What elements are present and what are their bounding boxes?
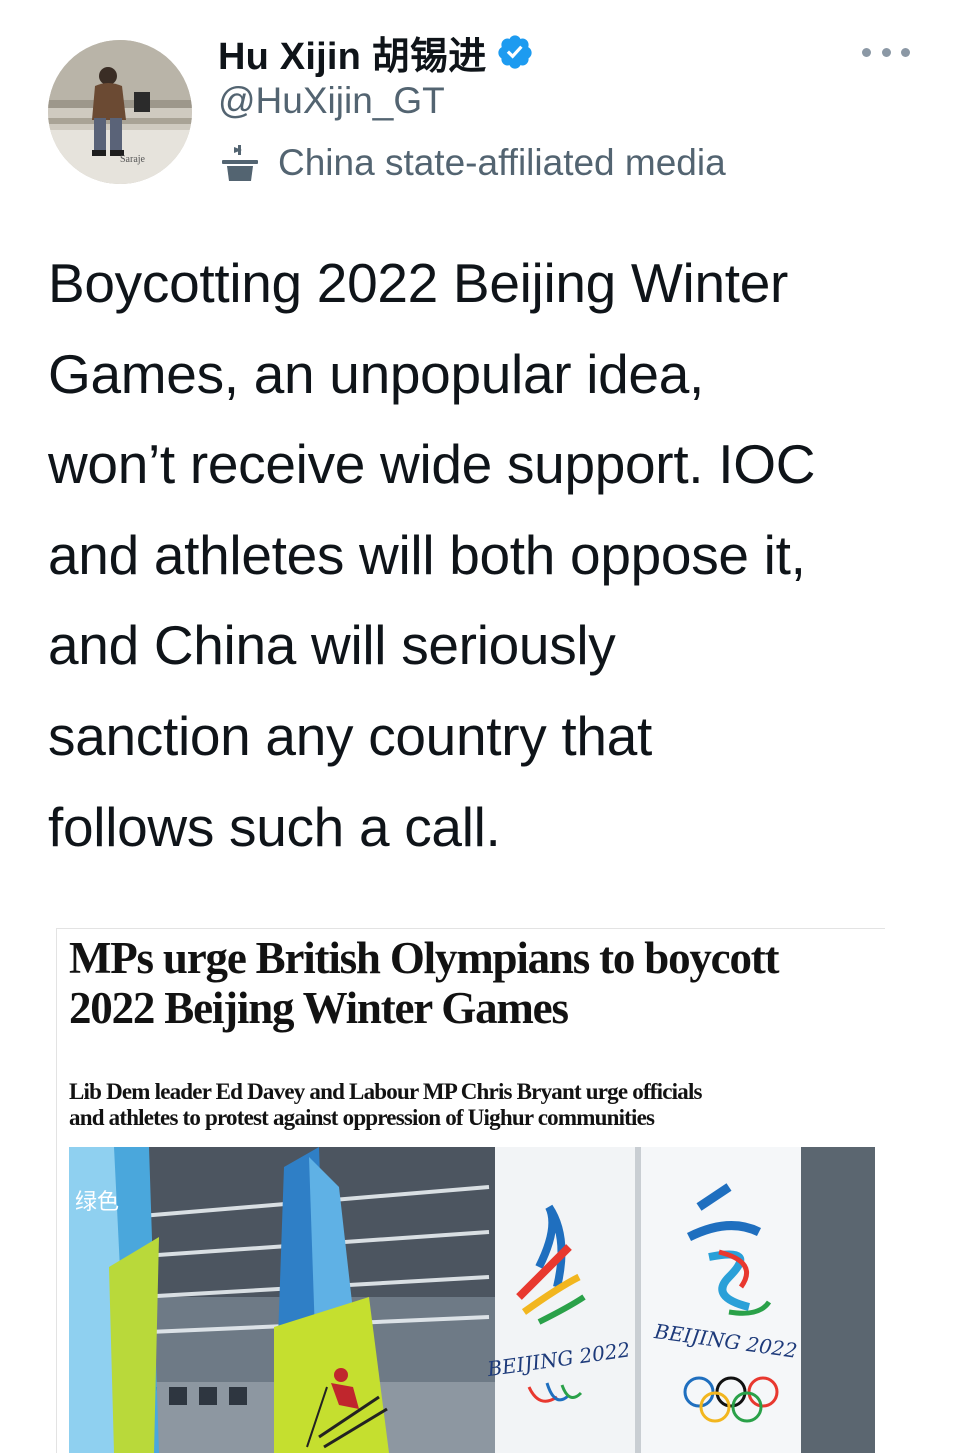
banner-text: 绿色 bbox=[75, 1190, 119, 1215]
article-photo: 绿色 BEIJING 2022 BEIJING 2022 bbox=[69, 1147, 875, 1453]
avatar[interactable]: Saraje bbox=[48, 40, 192, 184]
more-options-button[interactable] bbox=[858, 34, 914, 70]
more-options-icon bbox=[862, 47, 871, 57]
more-options-icon bbox=[901, 47, 910, 57]
tweet-text-line: sanction any country that bbox=[48, 704, 652, 767]
article-standfirst-line: Lib Dem leader Ed Davey and Labour MP Ch… bbox=[69, 1079, 703, 1104]
tweet-media-image[interactable]: MPs urge British Olympians to boycott 20… bbox=[56, 928, 885, 1453]
tweet-text-line: Boycotting 2022 Beijing Winter bbox=[48, 252, 789, 314]
article-headline-line: MPs urge British Olympians to boycott bbox=[69, 933, 780, 983]
article-standfirst: Lib Dem leader Ed Davey and Labour MP Ch… bbox=[69, 1079, 869, 1131]
article-headline-line: 2022 Beijing Winter Games bbox=[69, 983, 569, 1033]
tweet: Saraje Hu Xijin 胡锡进 @HuXijin_GT China st… bbox=[0, 0, 960, 1453]
tweet-text-line: won’t receive wide support. IOC bbox=[48, 433, 816, 496]
avatar-image: Saraje bbox=[48, 40, 192, 184]
display-name[interactable]: Hu Xijin 胡锡进 bbox=[218, 25, 486, 80]
tweet-text-line: follows such a call. bbox=[48, 795, 501, 858]
tweet-text: Boycotting 2022 Beijing Winter Games, an… bbox=[48, 238, 928, 872]
state-media-label[interactable]: China state-affiliated media bbox=[218, 138, 726, 188]
author-name-row[interactable]: Hu Xijin 胡锡进 bbox=[218, 26, 534, 78]
handle[interactable]: @HuXijin_GT bbox=[218, 80, 445, 122]
verified-badge-icon bbox=[498, 35, 533, 69]
avatar-caption: Saraje bbox=[120, 154, 146, 165]
tweet-text-line: Games, an unpopular idea, bbox=[48, 342, 704, 405]
article-headline: MPs urge British Olympians to boycott 20… bbox=[69, 933, 869, 1033]
tweet-text-line: and China will seriously bbox=[48, 614, 616, 677]
state-media-podium-icon bbox=[222, 145, 258, 181]
label-text: China state-affiliated media bbox=[278, 142, 726, 183]
article-standfirst-line: and athletes to protest against oppressi… bbox=[69, 1105, 655, 1130]
tweet-text-line: and athletes will both oppose it, bbox=[48, 523, 806, 586]
more-options-icon bbox=[881, 47, 891, 57]
